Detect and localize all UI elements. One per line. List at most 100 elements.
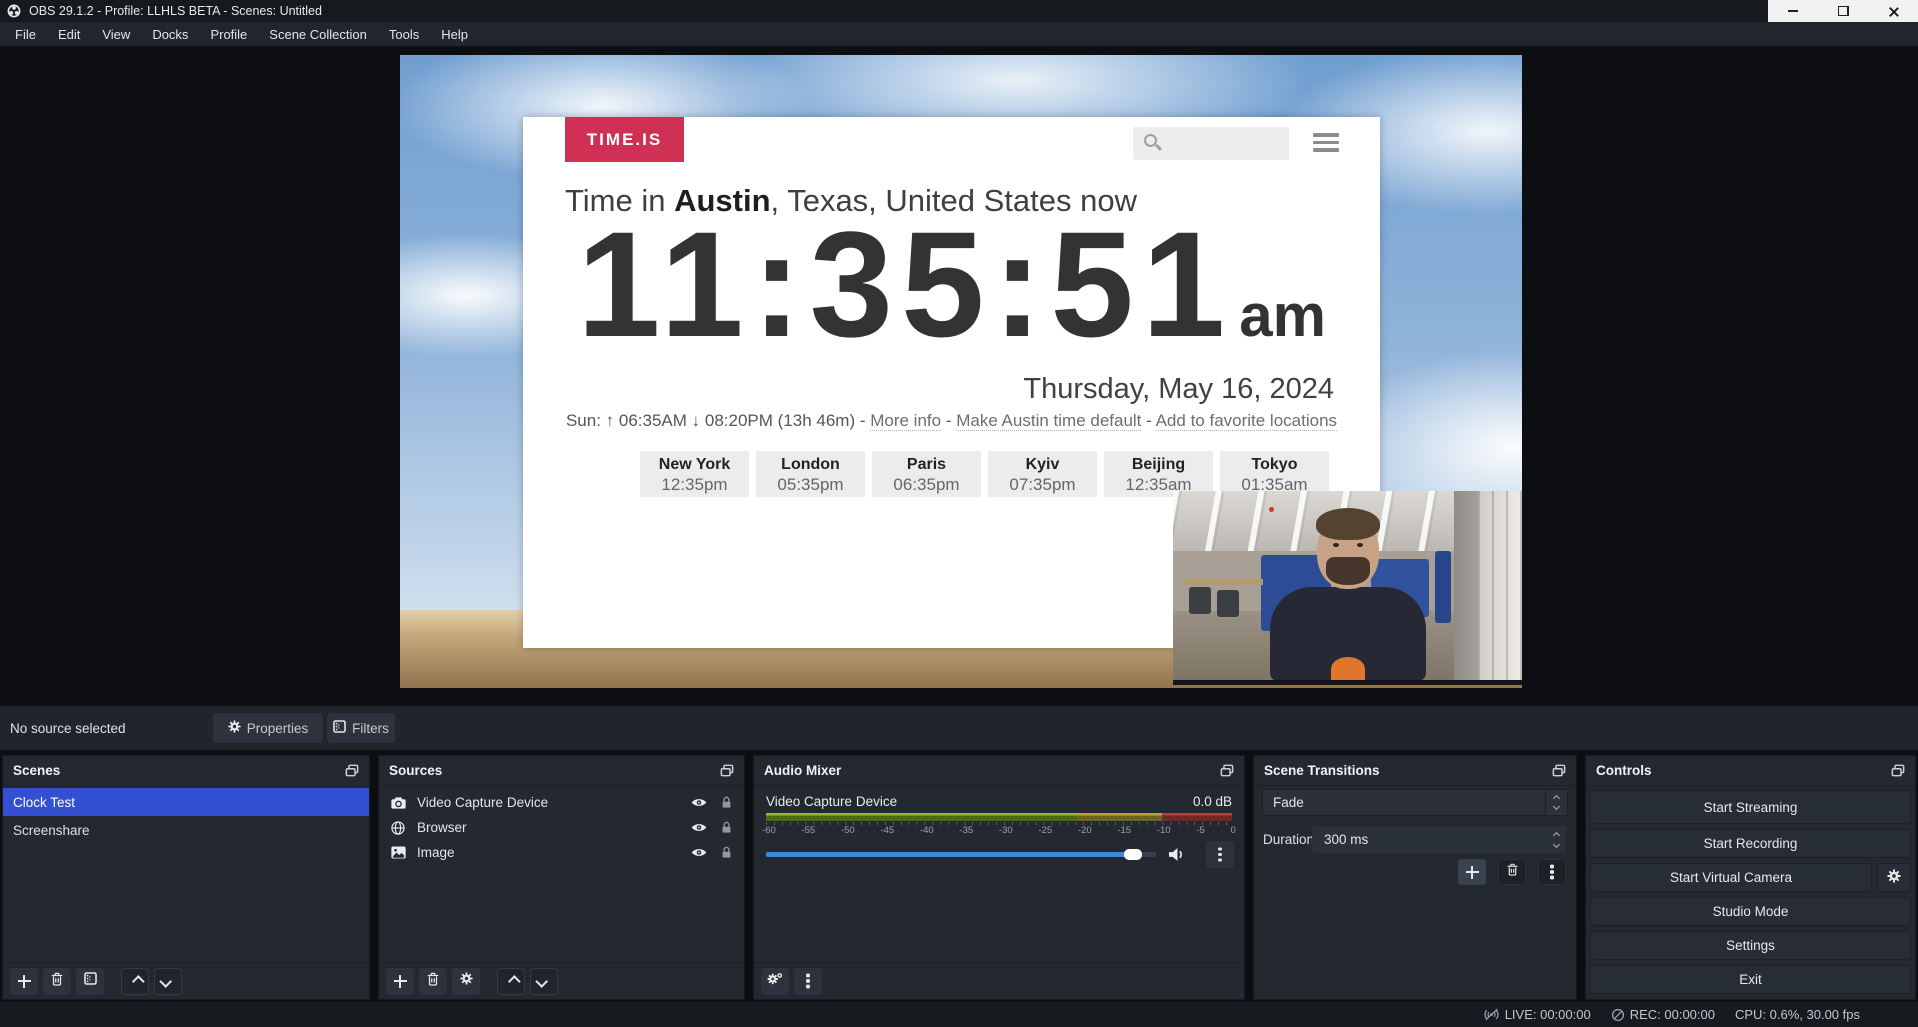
mixer-channel-menu-button[interactable] xyxy=(1206,841,1234,868)
world-clock-time: 07:35pm xyxy=(988,475,1097,495)
controls-dock: Controls Start Streaming Start Recording… xyxy=(1585,755,1916,1000)
control-button[interactable]: Exit xyxy=(1590,965,1911,994)
world-clock-time: 06:35pm xyxy=(872,475,981,495)
control-button[interactable]: Settings xyxy=(1590,931,1911,960)
menu-item[interactable]: File xyxy=(4,24,47,45)
dock-popout-icon[interactable] xyxy=(720,764,734,777)
minimize-button[interactable] xyxy=(1768,0,1818,22)
scenes-dock: Scenes Clock TestScreenshare xyxy=(2,755,370,1000)
source-item[interactable]: Image xyxy=(379,840,744,865)
kebab-icon xyxy=(1218,853,1221,856)
move-scene-down-button[interactable] xyxy=(154,968,182,995)
source-context-bar: No source selected Properties Filters xyxy=(0,706,1918,750)
control-button[interactable]: Start Virtual Camera xyxy=(1590,863,1872,892)
timeis-link: Add to favorite locations xyxy=(1156,411,1337,431)
control-button[interactable]: Studio Mode xyxy=(1590,897,1911,926)
chevron-down-icon xyxy=(159,975,172,988)
remove-transition-button[interactable] xyxy=(1498,859,1526,885)
meter-tick-label: -20 xyxy=(1078,825,1092,836)
properties-button[interactable]: Properties xyxy=(213,713,323,743)
mixer-channel-name: Video Capture Device xyxy=(766,794,897,809)
scene-item[interactable]: Clock Test xyxy=(3,788,369,816)
obs-logo-icon xyxy=(7,4,21,18)
transition-menu-button[interactable] xyxy=(1538,859,1566,885)
meter-tick-label: 0 xyxy=(1231,825,1236,836)
control-button[interactable]: Start Streaming xyxy=(1590,790,1911,824)
remove-source-button[interactable] xyxy=(419,968,447,995)
audio-mixer-title: Audio Mixer xyxy=(764,763,841,778)
no-source-selected-label: No source selected xyxy=(10,706,126,750)
move-scene-up-button[interactable] xyxy=(121,968,149,995)
menu-item[interactable]: Edit xyxy=(47,24,91,45)
menu-item[interactable]: Docks xyxy=(141,24,199,45)
visibility-eye-icon[interactable] xyxy=(691,847,707,858)
move-source-up-button[interactable] xyxy=(497,968,525,995)
transition-select[interactable]: Fade xyxy=(1262,789,1568,816)
filters-button[interactable]: Filters xyxy=(327,713,395,743)
audio-mixer-dock: Audio Mixer Video Capture Device 0.0 dB … xyxy=(753,755,1245,1000)
scenes-toolbar xyxy=(3,962,369,999)
dock-popout-icon[interactable] xyxy=(1552,764,1566,777)
source-item[interactable]: Browser xyxy=(379,815,744,840)
timeis-clock: 11:35:51am xyxy=(523,209,1380,359)
source-list: Video Capture Device Browser xyxy=(379,790,744,865)
title-bar: OBS 29.1.2 - Profile: LLHLS BETA - Scene… xyxy=(0,0,1918,22)
live-time: LIVE: 00:00:00 xyxy=(1505,1007,1591,1022)
spinbox-arrows-icon[interactable] xyxy=(1554,833,1559,847)
world-clock-box: Paris 06:35pm xyxy=(872,451,981,497)
mixer-menu-button[interactable] xyxy=(794,968,822,995)
source-item[interactable]: Video Capture Device xyxy=(379,790,744,815)
chevron-up-icon xyxy=(507,975,520,988)
advanced-audio-button[interactable] xyxy=(761,968,789,995)
volume-slider[interactable] xyxy=(766,852,1156,857)
volume-meter xyxy=(766,813,1232,821)
lock-icon[interactable] xyxy=(721,796,732,809)
add-scene-button[interactable] xyxy=(10,968,38,995)
world-clock-time: 05:35pm xyxy=(756,475,865,495)
visibility-eye-icon[interactable] xyxy=(691,822,707,833)
record-inactive-icon xyxy=(1611,1008,1625,1022)
menu-item[interactable]: Profile xyxy=(199,24,258,45)
plus-icon xyxy=(1466,866,1479,879)
move-source-down-button[interactable] xyxy=(530,968,558,995)
menu-item[interactable]: Tools xyxy=(378,24,430,45)
close-button[interactable] xyxy=(1868,0,1918,22)
virtual-camera-settings-button[interactable] xyxy=(1877,863,1911,892)
plus-icon xyxy=(18,975,31,988)
gear-icon xyxy=(460,972,473,990)
duration-spinbox[interactable]: 300 ms xyxy=(1312,826,1566,853)
menu-item[interactable]: Scene Collection xyxy=(258,24,378,45)
source-properties-button[interactable] xyxy=(452,968,480,995)
menu-item[interactable]: View xyxy=(91,24,141,45)
scene-item[interactable]: Screenshare xyxy=(3,816,369,844)
menu-item[interactable]: Help xyxy=(430,24,479,45)
world-clock-box: New York 12:35pm xyxy=(640,451,749,497)
meter-tick-label: -40 xyxy=(920,825,934,836)
volume-slider-fill xyxy=(766,852,1133,857)
menu-bar: FileEditViewDocksProfileScene Collection… xyxy=(0,22,1918,46)
control-button[interactable]: Start Recording xyxy=(1590,829,1911,858)
dock-popout-icon[interactable] xyxy=(1891,764,1905,777)
kebab-icon xyxy=(1550,870,1553,873)
lock-icon[interactable] xyxy=(721,821,732,834)
meter-tick-label: -60 xyxy=(762,825,776,836)
volume-slider-handle[interactable] xyxy=(1124,849,1142,860)
scene-filters-button[interactable] xyxy=(76,968,104,995)
meter-tick-label: -45 xyxy=(880,825,894,836)
lock-icon[interactable] xyxy=(721,846,732,859)
chevron-up-icon xyxy=(131,975,144,988)
dock-popout-icon[interactable] xyxy=(345,764,359,777)
add-source-button[interactable] xyxy=(386,968,414,995)
remove-scene-button[interactable] xyxy=(43,968,71,995)
mixer-db-value: 0.0 dB xyxy=(1193,794,1232,809)
meter-tick-label: -50 xyxy=(841,825,855,836)
restore-button[interactable] xyxy=(1818,0,1868,22)
clock-digits: 11:35:51 xyxy=(577,200,1233,368)
dock-popout-icon[interactable] xyxy=(1220,764,1234,777)
restore-icon xyxy=(1838,6,1849,16)
speaker-icon[interactable] xyxy=(1168,847,1185,862)
visibility-eye-icon[interactable] xyxy=(691,797,707,808)
add-transition-button[interactable] xyxy=(1458,859,1486,885)
controls-title: Controls xyxy=(1596,763,1652,778)
preview-canvas[interactable]: TIME.IS Time in Austin, Texas, United St… xyxy=(400,55,1522,688)
